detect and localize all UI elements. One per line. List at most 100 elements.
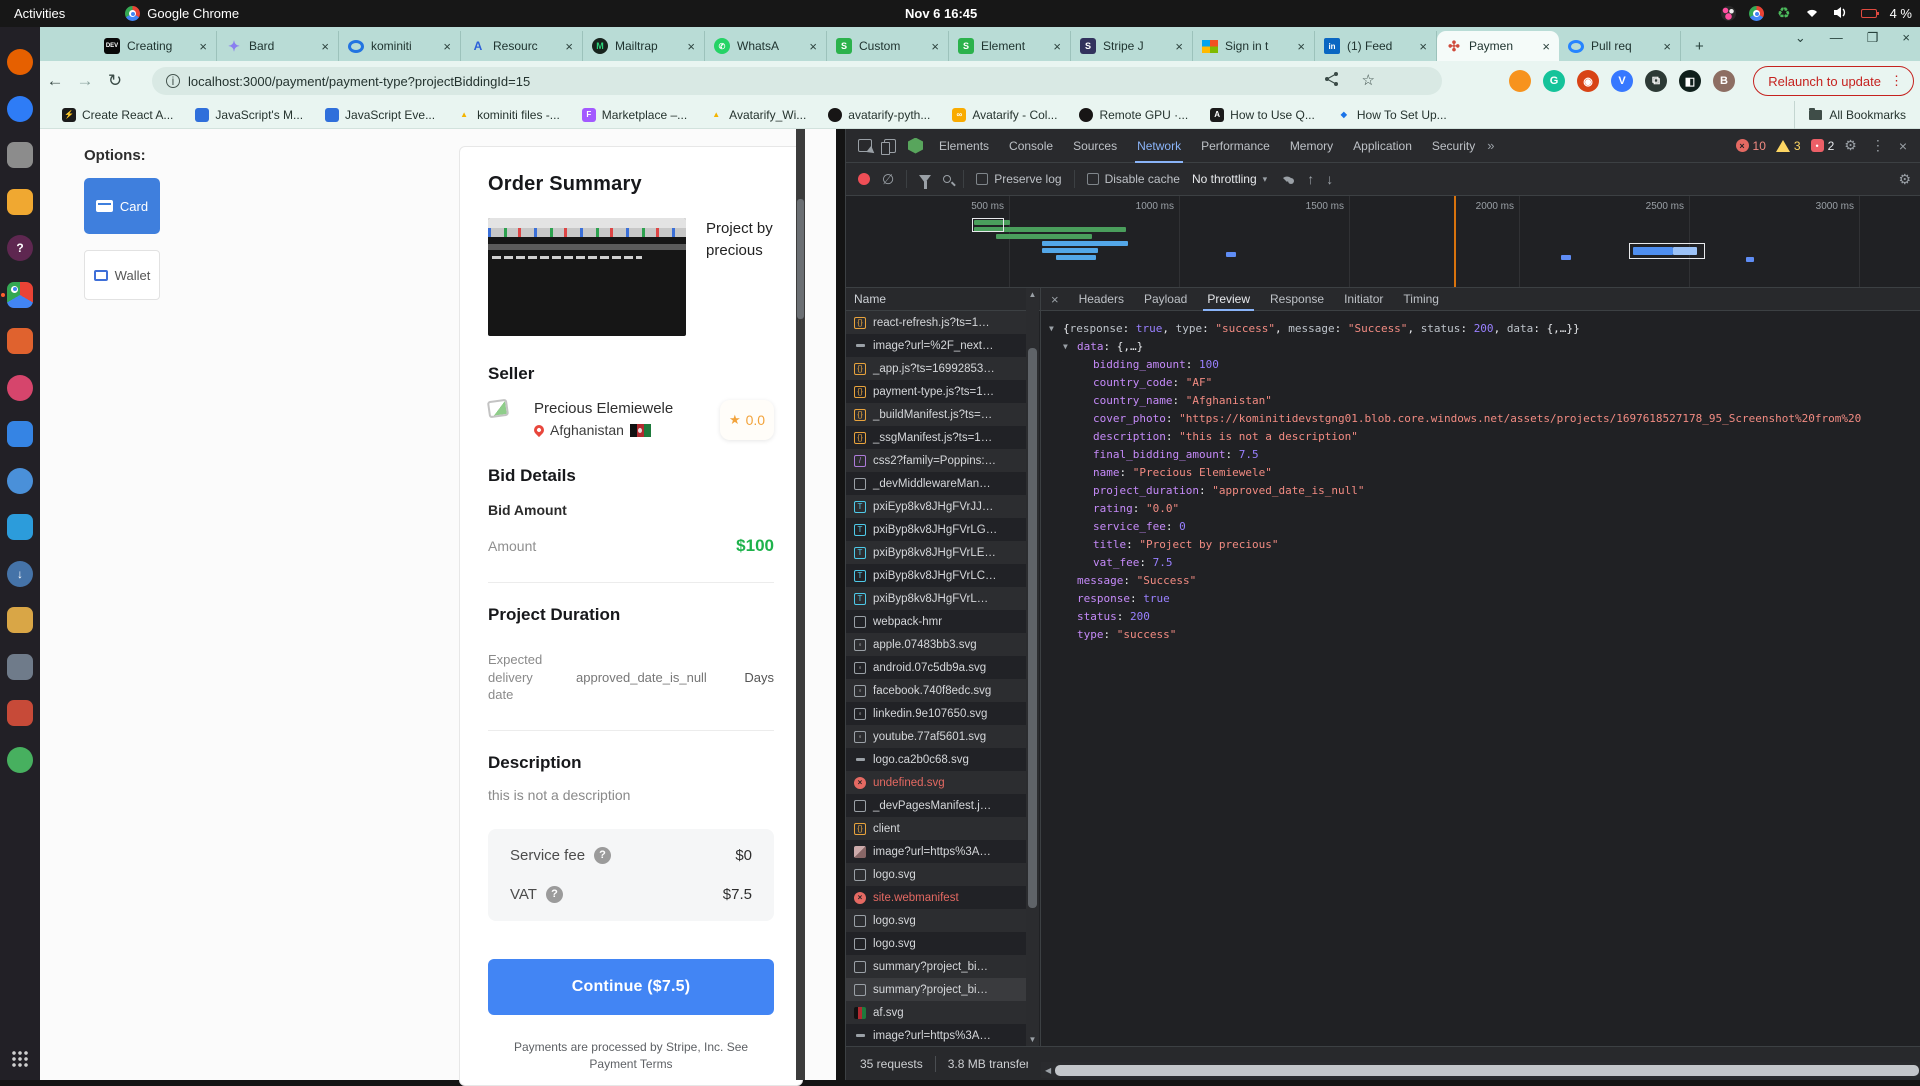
bookmark-figma[interactable]: FMarketplace –... — [582, 108, 687, 122]
request-row[interactable]: logo.svg — [846, 932, 1028, 955]
share-icon[interactable] — [1324, 71, 1340, 91]
device-toolbar-icon[interactable] — [884, 139, 896, 153]
tab-search-icon[interactable]: ⌄ — [1795, 30, 1806, 46]
bookmark-medium[interactable]: AHow to Use Q... — [1210, 108, 1315, 122]
maximize-button[interactable]: ❐ — [1867, 30, 1879, 46]
json-line[interactable]: rating: "0.0" — [1041, 500, 1920, 518]
json-line[interactable]: bidding_amount: 100 — [1041, 356, 1920, 374]
devtools-menu-icon[interactable]: ⋮ — [1871, 137, 1885, 154]
page-scrollbar-thumb[interactable] — [797, 199, 804, 319]
dock-item-text-editor[interactable] — [7, 328, 33, 354]
json-line[interactable]: ▼data: {,…} — [1041, 338, 1920, 356]
dock-item-thunderbird[interactable] — [7, 96, 33, 122]
bookmark-drive[interactable]: ▲kominiti files -... — [457, 108, 560, 122]
import-har-icon[interactable]: ↑ — [1307, 171, 1314, 187]
expand-arrow-icon[interactable]: ▼ — [1049, 320, 1054, 338]
dock-item-software-updater[interactable] — [7, 747, 33, 773]
dock-item-firefox[interactable] — [7, 49, 33, 75]
bookmark-github[interactable]: Remote GPU ·... — [1079, 108, 1188, 122]
json-line[interactable]: country_code: "AF" — [1041, 374, 1920, 392]
detail-tab-preview[interactable]: Preview — [1197, 288, 1260, 311]
detail-tab-response[interactable]: Response — [1260, 288, 1334, 311]
back-button[interactable]: ← — [40, 71, 70, 91]
site-info-icon[interactable]: i — [166, 74, 180, 88]
json-line[interactable]: project_duration: "approved_date_is_null… — [1041, 482, 1920, 500]
detail-tab-timing[interactable]: Timing — [1393, 288, 1449, 311]
warning-count[interactable]: 3 — [1776, 139, 1801, 153]
detail-horizontal-scrollbar[interactable]: ◀ — [1041, 1062, 1920, 1078]
network-settings-icon[interactable]: ⚙ — [1898, 171, 1911, 188]
dock-item-files[interactable] — [7, 142, 33, 168]
bookmark-github[interactable]: avatarify-pyth... — [828, 108, 930, 122]
bookmark-dark-s[interactable]: ⚡Create React A... — [62, 108, 173, 122]
address-bar[interactable]: i localhost:3000/payment/payment-type?pr… — [152, 67, 1442, 95]
clock[interactable]: Nov 6 16:45 — [905, 6, 977, 21]
volume-icon[interactable] — [1833, 6, 1848, 22]
window-close-button[interactable]: × — [1902, 30, 1910, 46]
request-row[interactable]: image?url=%2F_next… — [846, 334, 1028, 357]
tab-close-icon[interactable]: × — [1539, 39, 1553, 54]
tab-close-icon[interactable]: × — [1294, 39, 1308, 54]
extension-extensions-puzzle-icon[interactable]: ⧉ — [1645, 70, 1667, 92]
tab-kominiti[interactable]: kominiti× — [339, 31, 461, 61]
tab-sign-in-t[interactable]: Sign in t× — [1193, 31, 1315, 61]
json-line[interactable]: message: "Success" — [1041, 572, 1920, 590]
request-row[interactable]: logo.svg — [846, 909, 1028, 932]
extension-zenmate-icon[interactable]: V — [1611, 70, 1633, 92]
json-line[interactable]: cover_photo: "https://kominitidevstgng01… — [1041, 410, 1920, 428]
record-button[interactable] — [858, 173, 870, 185]
tab-creating[interactable]: DEVCreating× — [95, 31, 217, 61]
export-har-icon[interactable]: ↓ — [1326, 171, 1333, 187]
json-line[interactable]: status: 200 — [1041, 608, 1920, 626]
payment-terms-link[interactable]: Payment Terms — [589, 1057, 672, 1071]
json-line[interactable]: type: "success" — [1041, 626, 1920, 644]
request-row[interactable]: /css2?family=Poppins:… — [846, 449, 1028, 472]
request-row[interactable]: {}_buildManifest.js?ts=… — [846, 403, 1028, 426]
scroll-up-icon[interactable]: ▲ — [1026, 288, 1039, 301]
request-row[interactable]: image?url=https%3A… — [846, 1024, 1028, 1046]
inspect-element-icon[interactable] — [858, 139, 872, 152]
extension-colorzilla-icon[interactable]: ◉ — [1577, 70, 1599, 92]
page-scrollbar[interactable] — [796, 129, 805, 1080]
request-row[interactable]: ×undefined.svg — [846, 771, 1028, 794]
tab-resourc[interactable]: AResourc× — [461, 31, 583, 61]
node-extension-icon[interactable] — [908, 138, 923, 154]
devtools-tab-performance[interactable]: Performance — [1191, 129, 1280, 163]
network-search-icon[interactable] — [943, 175, 951, 183]
tab-close-icon[interactable]: × — [318, 39, 332, 54]
request-row[interactable]: ×site.webmanifest — [846, 886, 1028, 909]
show-applications-icon[interactable] — [11, 1050, 29, 1068]
json-line[interactable]: title: "Project by precious" — [1041, 536, 1920, 554]
detail-tab-payload[interactable]: Payload — [1134, 288, 1197, 311]
devtools-tab-memory[interactable]: Memory — [1280, 129, 1343, 163]
reload-button[interactable]: ↻ — [100, 71, 130, 91]
tab-close-icon[interactable]: × — [806, 39, 820, 54]
request-row[interactable]: TpxiByp8kv8JHgFVrL… — [846, 587, 1028, 610]
browser-menu-icon[interactable]: ⋮ — [1890, 73, 1903, 89]
request-row[interactable]: {}_ssgManifest.js?ts=1… — [846, 426, 1028, 449]
bookmark-star-icon[interactable]: ☆ — [1362, 71, 1375, 91]
throttling-dropdown[interactable]: No throttling ▾ — [1192, 172, 1267, 186]
request-row[interactable]: summary?project_bi… — [846, 955, 1028, 978]
json-line[interactable]: final_bidding_amount: 7.5 — [1041, 446, 1920, 464]
service-fee-help-icon[interactable]: ? — [594, 847, 611, 864]
request-row[interactable]: TpxiEyp8kv8JHgFVrJJ… — [846, 495, 1028, 518]
more-tabs-icon[interactable]: » — [1487, 138, 1494, 153]
json-line[interactable]: country_name: "Afghanistan" — [1041, 392, 1920, 410]
tab-whatsa[interactable]: ✆WhatsA× — [705, 31, 827, 61]
request-row[interactable]: TpxiByp8kv8JHgFVrLG… — [846, 518, 1028, 541]
request-row[interactable]: _devPagesManifest.j… — [846, 794, 1028, 817]
battery-icon[interactable] — [1861, 9, 1877, 18]
filter-icon[interactable] — [919, 175, 931, 183]
wifi-icon[interactable] — [1804, 6, 1820, 21]
issues-count[interactable]: • 2 — [1811, 139, 1835, 153]
request-row[interactable]: webpack-hmr — [846, 610, 1028, 633]
request-row[interactable]: {}_app.js?ts=16992853… — [846, 357, 1028, 380]
dock-item-gimp[interactable] — [7, 375, 33, 401]
tab-bard[interactable]: ✦Bard× — [217, 31, 339, 61]
request-row[interactable]: ◦youtube.77af5601.svg — [846, 725, 1028, 748]
dock-item-downloads[interactable]: ↓ — [7, 561, 33, 587]
dock-item-vscode[interactable] — [7, 514, 33, 540]
tab-close-icon[interactable]: × — [562, 39, 576, 54]
tab-close-icon[interactable]: × — [928, 39, 942, 54]
